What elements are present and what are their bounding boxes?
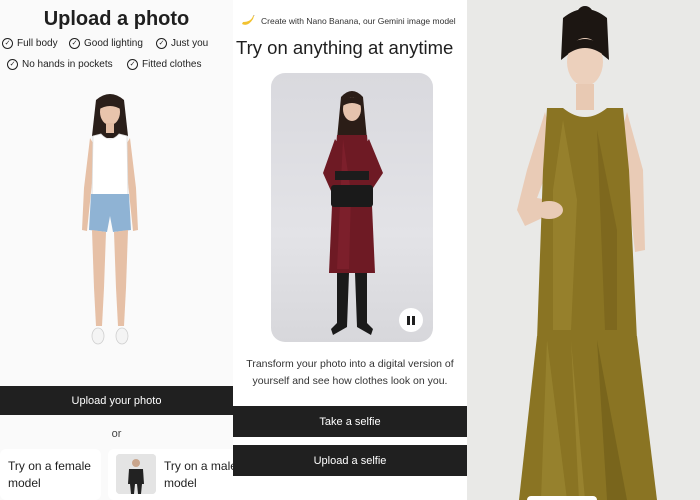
- upload-photo-panel: Upload a photo ✓ Full body ✓ Good lighti…: [0, 0, 233, 500]
- checklist-item-hands: ✓ No hands in pockets: [7, 59, 113, 70]
- try-on-result-photo: [467, 0, 700, 500]
- try-on-preview-video[interactable]: [271, 73, 433, 342]
- velvet-dress-model-photo: [323, 91, 383, 335]
- try-female-model-label: Try on a female: [8, 459, 91, 473]
- checklist-item-full-body: ✓ Full body: [2, 38, 58, 49]
- try-on-description: Transform your photo into a digital vers…: [246, 358, 454, 387]
- pause-icon: [407, 315, 410, 325]
- check-circle-icon: ✓: [127, 59, 138, 70]
- try-on-panel: Create with Nano Banana, our Gemini imag…: [233, 0, 467, 500]
- try-male-model-label: Try on a male: [164, 459, 233, 473]
- nano-banana-banner: Create with Nano Banana, our Gemini imag…: [241, 15, 456, 27]
- check-circle-icon: ✓: [2, 38, 13, 49]
- olive-dress-model-photo: [467, 0, 700, 500]
- check-circle-icon: ✓: [7, 59, 18, 70]
- try-male-model-card[interactable]: Try on a male model: [108, 449, 233, 500]
- or-divider: or: [111, 428, 122, 440]
- try-female-model-card[interactable]: Try on a female model: [0, 449, 101, 500]
- check-circle-icon: ✓: [69, 38, 80, 49]
- check-circle-icon: ✓: [156, 38, 167, 49]
- checklist-item-just-you: ✓ Just you: [156, 38, 208, 49]
- example-full-body-photo: [82, 94, 138, 345]
- checklist-item-fitted: ✓ Fitted clothes: [127, 59, 201, 70]
- pause-button[interactable]: [399, 308, 423, 332]
- page-title: Upload a photo: [43, 8, 190, 30]
- upload-selfie-button[interactable]: Upload a selfie: [233, 445, 467, 476]
- male-model-thumbnail: [116, 454, 156, 494]
- try-on-title: Try on anything at anytime: [236, 37, 454, 58]
- home-indicator: [527, 496, 597, 500]
- checklist-item-lighting: ✓ Good lighting: [69, 38, 143, 49]
- take-selfie-button[interactable]: Take a selfie: [233, 406, 467, 437]
- upload-photo-button[interactable]: Upload your photo: [0, 386, 233, 415]
- banana-icon: [242, 15, 255, 25]
